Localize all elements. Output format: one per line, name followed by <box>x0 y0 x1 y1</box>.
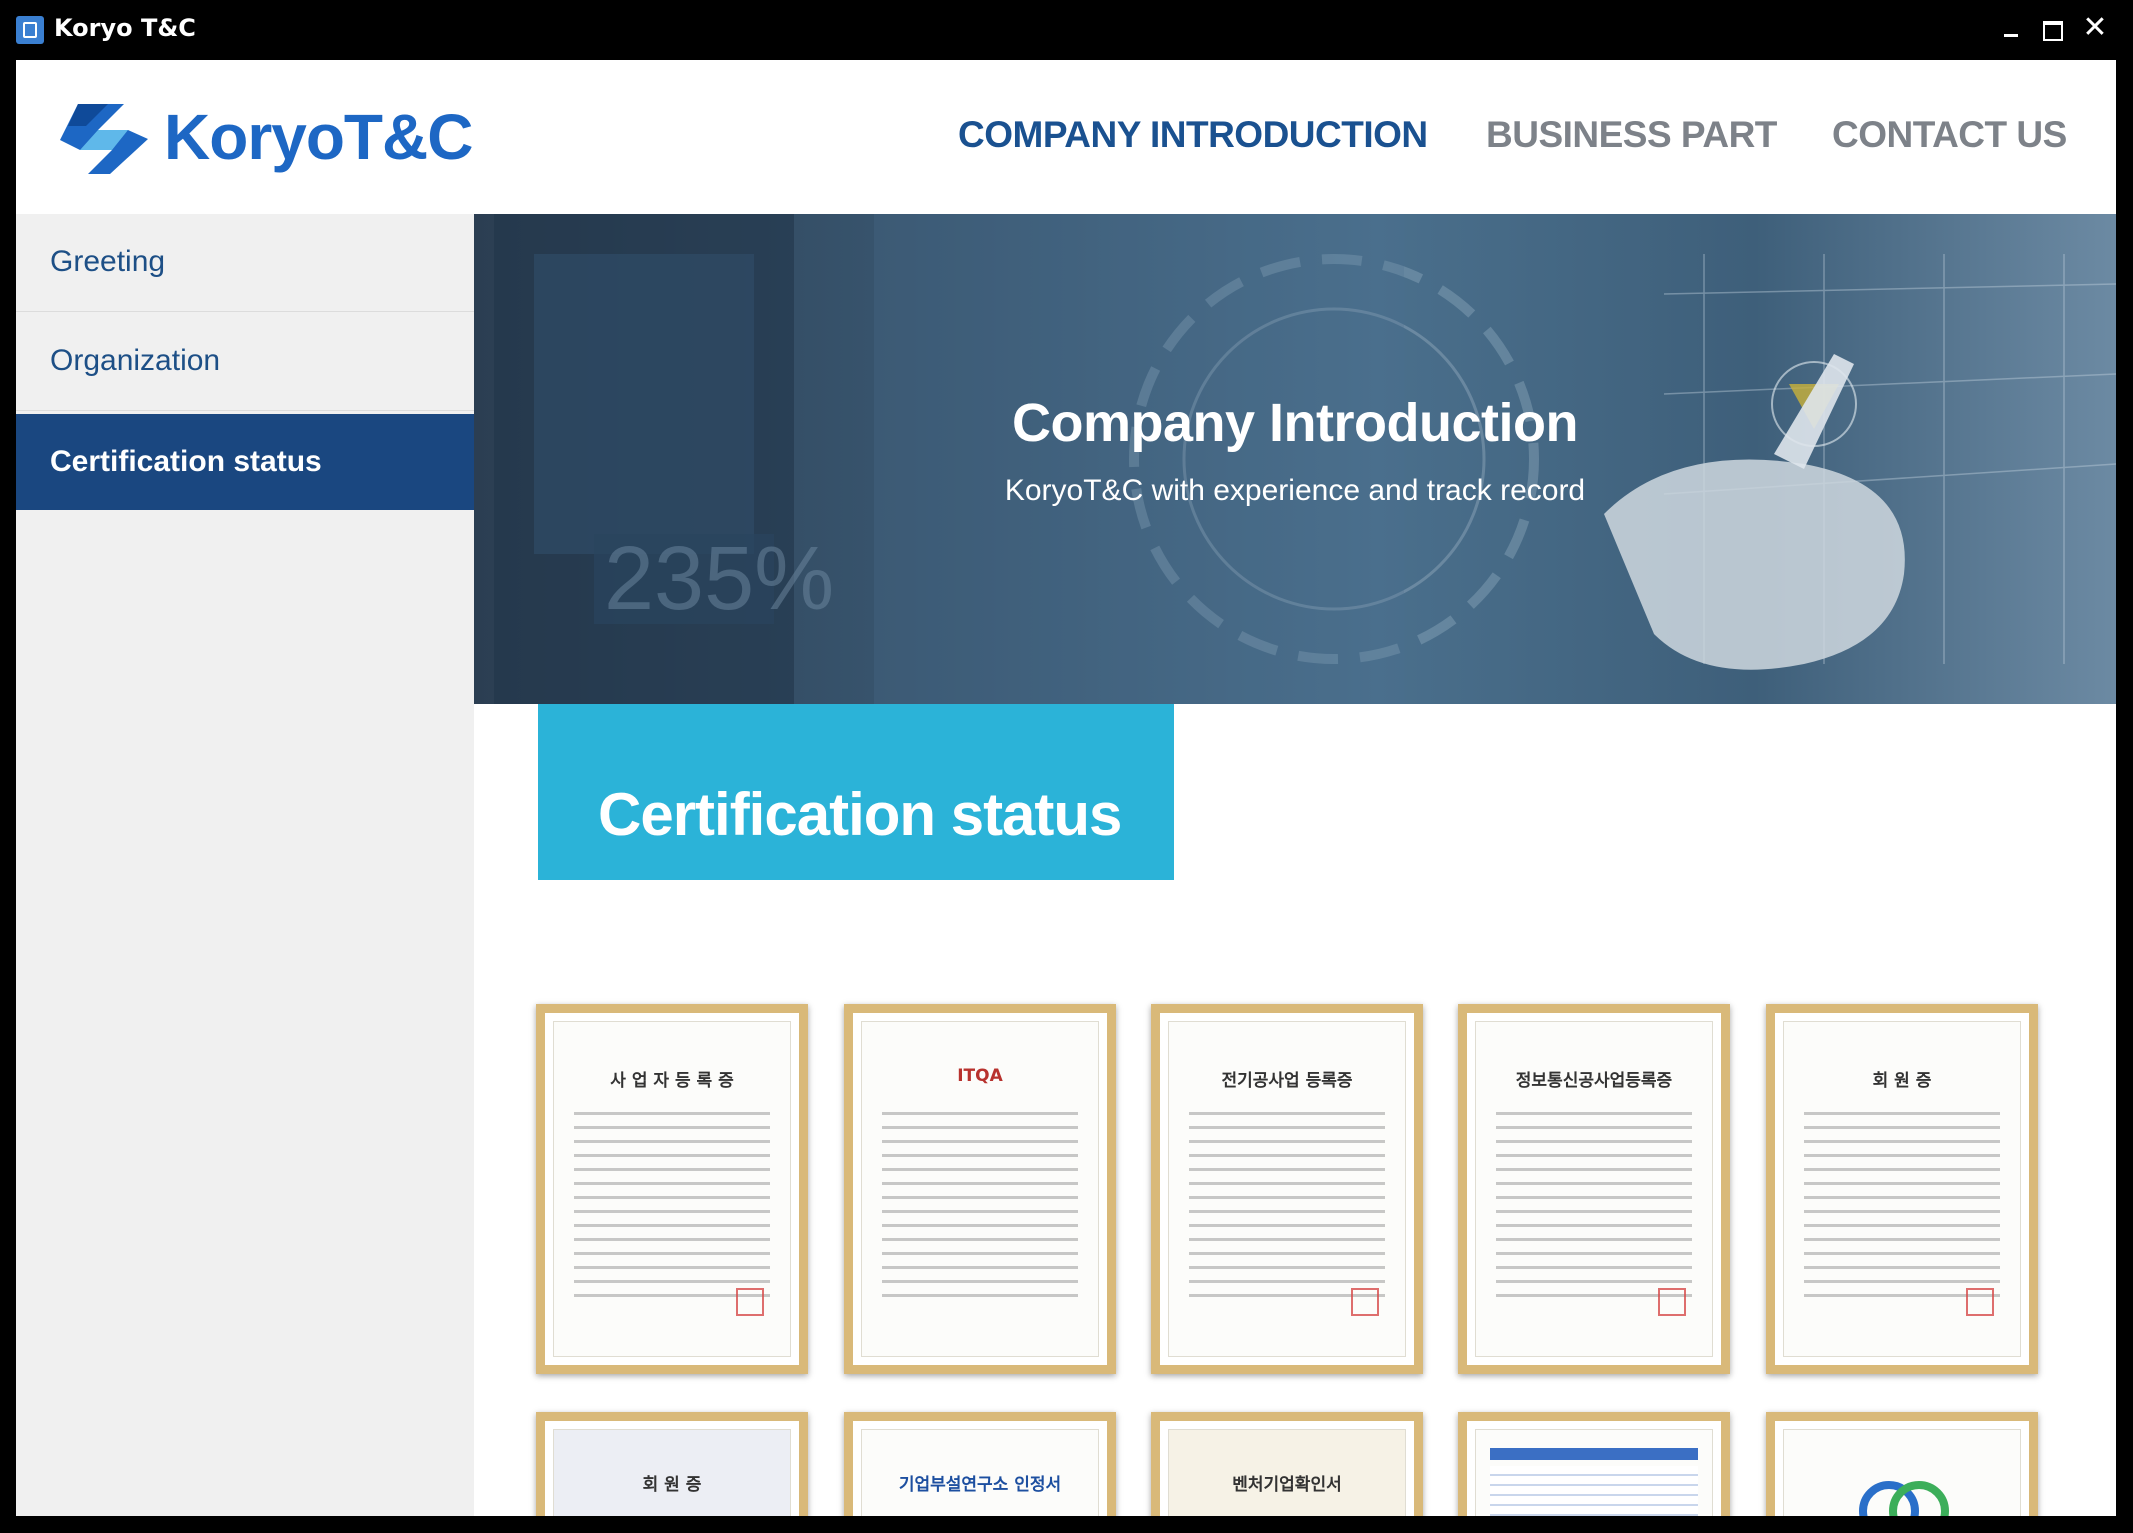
certificate-thumbnail[interactable] <box>1458 1412 1730 1516</box>
certificate-thumbnail[interactable]: 기업부설연구소 인정서 <box>844 1412 1116 1516</box>
nav-company-introduction[interactable]: COMPANY INTRODUCTION <box>958 114 1428 156</box>
nav-business-part[interactable]: BUSINESS PART <box>1486 114 1777 156</box>
nav-contact-us[interactable]: CONTACT US <box>1832 114 2067 156</box>
certificate-thumbnail[interactable]: 회 원 증 <box>536 1412 808 1516</box>
minimize-button[interactable] <box>1994 10 2028 46</box>
sidebar-item-certification-status[interactable]: Certification status <box>16 414 474 510</box>
sidebar-item-greeting[interactable]: Greeting <box>16 214 474 312</box>
close-button[interactable]: ✕ <box>2078 10 2112 46</box>
hero-background-image: 235% <box>494 214 2116 704</box>
certificate-document: ITQA <box>861 1021 1099 1357</box>
hero-banner: 235% Company Introduction KoryoT&C with … <box>474 214 2116 704</box>
svg-text:235%: 235% <box>604 529 834 629</box>
certificate-table <box>1490 1466 1698 1516</box>
page-content: KoryoT&C COMPANY INTRODUCTION BUSINESS P… <box>16 60 2116 1516</box>
certificate-document: 사 업 자 등 록 증 <box>553 1021 791 1357</box>
certificate-text-lines <box>1804 1112 2000 1308</box>
certificate-table <box>1490 1448 1698 1460</box>
certificate-thumbnail[interactable]: 회 원 증 <box>1766 1004 2038 1374</box>
certificate-title: 사 업 자 등 록 증 <box>610 1071 734 1091</box>
hero-title: Company Introduction <box>1012 393 1578 453</box>
certificate-thumbnail[interactable]: 사 업 자 등 록 증 <box>536 1004 808 1374</box>
maximize-icon <box>2043 21 2063 41</box>
certificate-document: 기업부설연구소 인정서 <box>861 1429 1099 1516</box>
hero-subtitle: KoryoT&C with experience and track recor… <box>1004 474 1586 507</box>
certificate-document: 회 원 증 <box>553 1429 791 1516</box>
certificate-text-lines <box>882 1112 1078 1308</box>
certificate-thumbnail[interactable]: 정보통신공사업등록증 <box>1458 1004 1730 1374</box>
certificate-thumbnail[interactable]: 전기공사업 등록증 <box>1151 1004 1423 1374</box>
certificate-title: 정보통신공사업등록증 <box>1515 1071 1673 1091</box>
certificate-title: 기업부설연구소 인정서 <box>898 1475 1062 1495</box>
seal-stamp <box>1966 1288 1994 1316</box>
certificate-document: 회 원 증 <box>1783 1021 2021 1357</box>
logo-text[interactable]: KoryoT&C <box>164 100 473 174</box>
certificate-document <box>1475 1429 1713 1516</box>
maximize-button[interactable] <box>2036 10 2070 46</box>
certificate-document: 벤처기업확인서 <box>1168 1429 1406 1516</box>
app-window: Koryo T&C ✕ KoryoT&C COMPANY INTRODUCTIO… <box>0 0 2133 1533</box>
seal-stamp <box>1658 1288 1686 1316</box>
seal-stamp <box>1351 1288 1379 1316</box>
certificate-title: 벤처기업확인서 <box>1232 1475 1342 1495</box>
app-icon <box>16 16 44 44</box>
certificate-text-lines <box>1496 1112 1692 1308</box>
title-bar[interactable]: Koryo T&C ✕ <box>0 0 2133 60</box>
certificate-title: ITQA <box>957 1066 1003 1086</box>
certificate-document: 전기공사업 등록증 <box>1168 1021 1406 1357</box>
certificate-document: 정보통신공사업등록증 <box>1475 1021 1713 1357</box>
certificate-title: 전기공사업 등록증 <box>1221 1071 1353 1091</box>
certificate-logo-icon <box>1859 1481 1949 1516</box>
minimize-icon <box>2004 34 2018 37</box>
certificate-text-lines <box>574 1112 770 1308</box>
logo-icon[interactable] <box>58 100 148 178</box>
certificate-text-lines <box>1189 1112 1385 1308</box>
certificate-thumbnail[interactable]: ITQA <box>844 1004 1116 1374</box>
certificate-title: 회 원 증 <box>642 1475 702 1495</box>
sidebar: Greeting Organization Certification stat… <box>16 214 474 1516</box>
site-header: KoryoT&C COMPANY INTRODUCTION BUSINESS P… <box>16 60 2116 214</box>
seal-stamp <box>736 1288 764 1316</box>
sidebar-item-organization[interactable]: Organization <box>16 313 474 411</box>
certificate-thumbnail[interactable]: 벤처기업확인서 <box>1151 1412 1423 1516</box>
section-heading-box: Certification status <box>538 704 1174 880</box>
section-heading: Certification status <box>598 781 1122 848</box>
window-title: Koryo T&C <box>54 14 196 42</box>
certificate-title: 회 원 증 <box>1872 1071 1932 1091</box>
certificate-document <box>1783 1429 2021 1516</box>
certificate-thumbnail[interactable] <box>1766 1412 2038 1516</box>
